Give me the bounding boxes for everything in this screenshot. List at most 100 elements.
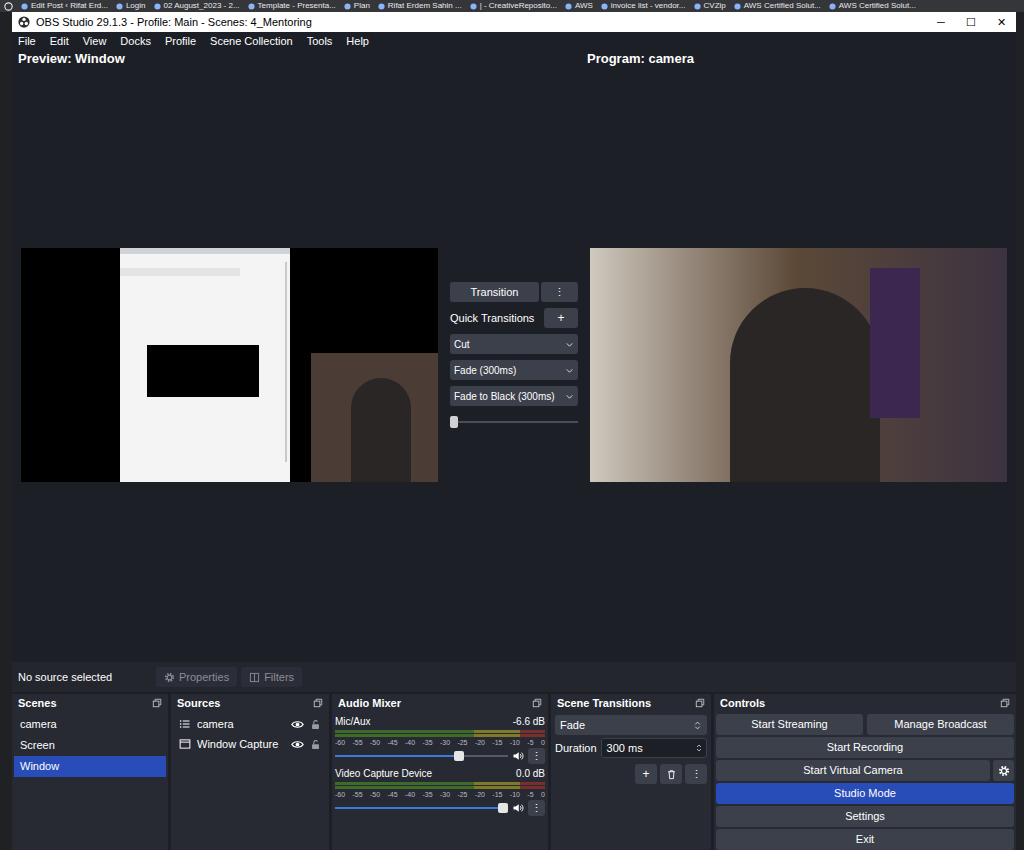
meter-tick: 0 (541, 738, 545, 747)
transition-dropdown[interactable]: Fade (555, 715, 707, 735)
bookmark[interactable]: Rifat Erdem Sahin ... (378, 0, 462, 12)
desktop-edge (1016, 12, 1024, 850)
duration-row: Duration300 ms (555, 738, 707, 758)
window-icon (179, 738, 191, 750)
unlock-icon[interactable] (310, 739, 321, 750)
scene-item[interactable]: Window (14, 756, 166, 777)
maximize-button[interactable]: ☐ (956, 14, 986, 31)
filters-icon (249, 672, 260, 683)
meter-yellow (474, 734, 520, 737)
quick-transition-dropdown[interactable]: Fade to Black (300ms) (450, 386, 578, 406)
menu-item[interactable]: Help (346, 33, 369, 50)
control-button[interactable]: Studio Mode (716, 783, 1014, 804)
obs-logo-icon (18, 16, 30, 28)
bookmark-label: CVZip (704, 0, 726, 12)
transition-menu-button[interactable]: ⋮ (541, 282, 578, 302)
add-label: + (557, 309, 564, 327)
volume-fader-handle[interactable] (498, 803, 508, 813)
bookmark[interactable]: 02 August_2023 - 2... (154, 0, 240, 12)
volume-fader-fill (335, 755, 461, 757)
speaker-icon[interactable] (512, 802, 524, 814)
volume-fader-track[interactable] (335, 802, 508, 814)
channel-menu-button[interactable]: ⋮ (528, 748, 545, 764)
quick-transitions-list: Cut Fade (300ms) Fade to Black (300ms) (450, 334, 578, 406)
bookmark[interactable]: AWS Certified Solut... (734, 0, 821, 12)
window-capture-scrollbar (285, 262, 287, 462)
quick-transition-dropdown[interactable]: Cut (450, 334, 578, 354)
float-dock-icon (313, 698, 323, 708)
menu-item[interactable]: Scene Collection (210, 33, 293, 50)
float-dock-icon (1000, 698, 1010, 708)
bookmark[interactable]: Login (116, 0, 146, 12)
controls-row: Start StreamingManage Broadcast (716, 714, 1014, 735)
eye-icon[interactable] (291, 738, 304, 751)
add-transition-label: + (642, 765, 649, 783)
channel-name: Video Capture Device (335, 768, 432, 780)
volume-fader-handle[interactable] (454, 751, 464, 761)
bookmark[interactable]: Template - Presenta... (248, 0, 336, 12)
transition-properties-button[interactable]: ⋮ (685, 764, 707, 784)
bookmark[interactable]: Edit Post ‹ Rifat Erd... (21, 0, 108, 12)
bookmark[interactable]: AWS Certified Solut... (829, 0, 916, 12)
program-label: Program: camera (587, 50, 1016, 68)
volume-fader-track[interactable] (335, 750, 508, 762)
control-button[interactable]: Start Recording (716, 737, 1014, 758)
bookmark[interactable]: | - CreativeReposito... (470, 0, 557, 12)
menu-item[interactable]: View (83, 33, 107, 50)
bookmark[interactable]: invoice list - vendor... (601, 0, 686, 12)
dock-content: Mic/Aux-6.6 dB-60-55-50-45-40-35-30-25-2… (332, 712, 548, 850)
control-button[interactable]: Settings (716, 806, 1014, 827)
menu-item[interactable]: Docks (120, 33, 151, 50)
audio-mixer-dock: Audio MixerMic/Aux-6.6 dB-60-55-50-45-40… (332, 694, 548, 850)
quick-transition-dropdown[interactable]: Fade (300ms) (450, 360, 578, 380)
obs-logo (12, 16, 30, 28)
source-toolbar: No source selectedPropertiesFilters (12, 662, 1016, 692)
window-capture-toolbar (120, 268, 240, 276)
control-button[interactable]: Manage Broadcast (867, 714, 1014, 735)
scene-item[interactable]: Screen (14, 735, 166, 756)
transition-button[interactable]: Transition (450, 282, 539, 302)
add-quick-transition-button[interactable]: + (544, 308, 578, 328)
speaker-icon[interactable] (512, 750, 524, 762)
remove-transition-button[interactable] (660, 764, 682, 784)
menu-item[interactable]: Profile (165, 33, 196, 50)
duration-spinbox[interactable]: 300 ms (601, 738, 707, 758)
bookmark[interactable]: CVZip (694, 0, 726, 12)
favicon-icon (154, 3, 161, 10)
menu-item[interactable]: Edit (50, 33, 69, 50)
source-item[interactable]: Window Capture (173, 734, 327, 754)
close-button[interactable]: ✕ (986, 14, 1016, 31)
add-transition-button[interactable]: + (635, 764, 657, 784)
title-bar: OBS Studio 29.1.3 - Profile: Main - Scen… (12, 12, 1016, 32)
list-icon (179, 718, 191, 730)
meter-bar (335, 782, 545, 785)
t-bar-handle[interactable] (450, 416, 458, 428)
dock-content: cameraScreenWindow (12, 712, 168, 850)
window-title: OBS Studio 29.1.3 - Profile: Main - Scen… (36, 14, 926, 31)
filters-button[interactable]: Filters (241, 667, 302, 687)
bookmark-label: AWS (575, 0, 593, 12)
control-button[interactable]: Start Virtual Camera (716, 760, 990, 781)
scene-item[interactable]: camera (14, 714, 166, 735)
channel-menu-button[interactable]: ⋮ (528, 800, 545, 816)
control-button[interactable]: Exit (716, 829, 1014, 850)
t-bar-track[interactable] (450, 416, 578, 428)
meter-tick: -10 (510, 738, 520, 747)
virtual-camera-settings-button[interactable] (993, 760, 1014, 781)
unlock-icon[interactable] (310, 719, 321, 730)
scene-transitions-body: Fade Duration300 ms + ⋮ (551, 712, 711, 784)
eye-icon[interactable] (291, 718, 304, 731)
channel-menu-label: ⋮ (531, 800, 542, 817)
source-item[interactable]: camera (173, 714, 327, 734)
dock-header: Audio Mixer (332, 694, 548, 712)
preview-canvas[interactable] (21, 248, 438, 482)
menu-item[interactable]: Tools (307, 33, 333, 50)
properties-button[interactable]: Properties (156, 667, 237, 687)
bookmark[interactable]: Plan (344, 0, 370, 12)
control-button[interactable]: Start Streaming (716, 714, 863, 735)
bookmark[interactable]: AWS (565, 0, 593, 12)
minimize-button[interactable]: ─ (926, 14, 956, 31)
favicon-icon (601, 3, 608, 10)
float-dock-icon (532, 698, 542, 708)
menu-item[interactable]: File (18, 33, 36, 50)
